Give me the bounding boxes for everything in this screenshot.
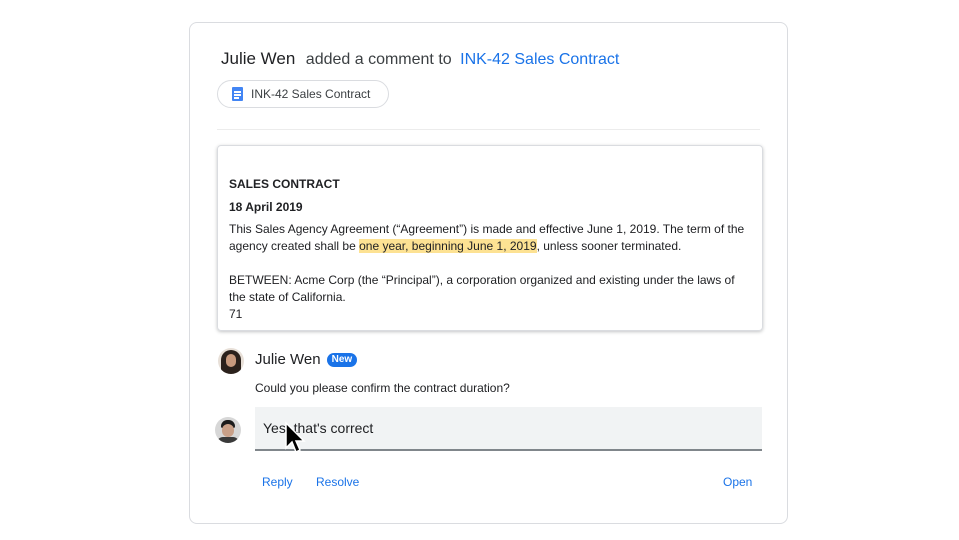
highlighted-text: one year, beginning June 1, 2019 (359, 239, 537, 253)
avatar-current-user (215, 417, 241, 443)
divider (217, 129, 760, 130)
preview-paragraph-1: This Sales Agency Agreement (“Agreement”… (229, 221, 752, 255)
reply-button[interactable]: Reply (262, 475, 293, 489)
document-preview[interactable]: SALES CONTRACT 18 April 2019 This Sales … (217, 145, 763, 331)
preview-page-number: 71 (229, 307, 243, 321)
open-button[interactable]: Open (723, 475, 752, 489)
preview-title: SALES CONTRACT (229, 177, 340, 191)
new-badge: New (326, 352, 358, 367)
resolve-button[interactable]: Resolve (316, 475, 359, 489)
notification-header: Julie Wen added a comment to INK-42 Sale… (221, 49, 619, 69)
preview-date: 18 April 2019 (229, 200, 303, 214)
mouse-pointer-icon (285, 421, 306, 454)
avatar-julie-wen (218, 348, 244, 374)
preview-paragraph-2: BETWEEN: Acme Corp (the “Principal”), a … (229, 273, 735, 304)
doc-link[interactable]: INK-42 Sales Contract (460, 51, 619, 68)
comment-author-row: Julie Wen New (255, 351, 358, 368)
header-action: added a comment to (305, 51, 452, 68)
reply-input[interactable]: Yes, that's correct (255, 407, 762, 451)
google-doc-icon (232, 87, 243, 101)
comment-notification-card: Julie Wen added a comment to INK-42 Sale… (189, 22, 788, 524)
reply-input-value: Yes, that's correct (263, 420, 374, 436)
document-chip[interactable]: INK-42 Sales Contract (217, 80, 389, 108)
document-chip-label: INK-42 Sales Contract (251, 87, 371, 101)
header-author: Julie Wen (221, 49, 296, 68)
para1-text-end: , unless sooner terminated. (536, 239, 682, 253)
comment-text: Could you please confirm the contract du… (255, 381, 510, 395)
comment-author: Julie Wen (255, 351, 321, 368)
